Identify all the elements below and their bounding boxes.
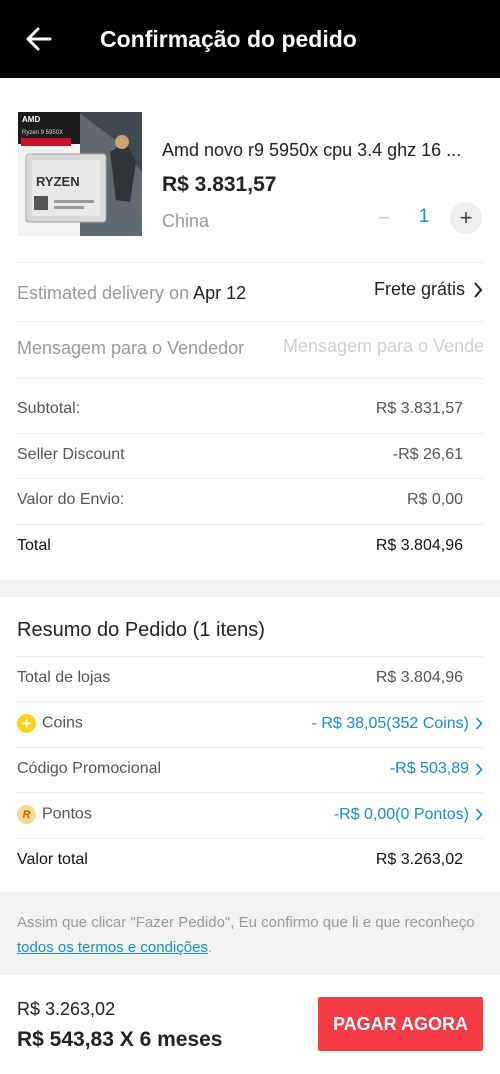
total-row: Total R$ 3.804,96 (17, 537, 463, 555)
seller-discount-value: -R$ 26,61 (392, 446, 463, 463)
grand-total-row: Valor total R$ 3.263,02 (17, 851, 463, 869)
svg-text:AMD: AMD (22, 115, 40, 124)
terms-text: Assim que clicar "Fazer Pedido", Eu conf… (17, 914, 475, 931)
product-price: R$ 3.831,57 (162, 173, 277, 196)
coins-label: Coins (42, 714, 83, 732)
grand-total-label: Valor total (17, 851, 88, 868)
divider (17, 701, 483, 702)
chevron-right-icon (475, 808, 483, 821)
promo-code-value: -R$ 503,89 (389, 760, 469, 777)
quantity-decrease-button[interactable]: − (368, 202, 400, 234)
shipping-option[interactable]: Frete grátis (374, 279, 483, 300)
seller-message-input[interactable] (283, 336, 483, 357)
delivery-label: Estimated delivery on (17, 283, 194, 303)
seller-discount-row: Seller Discount -R$ 26,61 (17, 446, 463, 464)
svg-text:Ryzen 9 5950X: Ryzen 9 5950X (22, 130, 63, 136)
order-summary-card: Resumo do Pedido (1 itens) Total de loja… (0, 597, 500, 892)
divider (17, 478, 483, 479)
product-image[interactable]: AMD Ryzen 9 5950X RYZEN (18, 112, 142, 236)
subtotal-value: R$ 3.831,57 (375, 400, 463, 417)
shipping-cost-value: R$ 0,00 (406, 491, 463, 508)
terms-notice: Assim que clicar "Fazer Pedido", Eu conf… (17, 910, 483, 960)
quantity-value: 1 (418, 206, 430, 227)
product-origin: China (162, 211, 210, 231)
terms-link[interactable]: todos os termos e condições (17, 939, 208, 956)
total-value: R$ 3.804,96 (375, 537, 463, 554)
divider (17, 656, 483, 657)
divider (17, 433, 483, 434)
total-label: Total (17, 537, 51, 554)
product-title[interactable]: Amd novo r9 5950x cpu 3.4 ghz 16 ... (162, 140, 487, 161)
shipping-label: Frete grátis (373, 279, 465, 299)
delivery-date: Apr 12 (193, 283, 247, 303)
subtotal-row: Subtotal: R$ 3.831,57 (17, 400, 463, 418)
quantity-increase-button[interactable]: + (450, 202, 482, 234)
points-value-link[interactable]: -R$ 0,00(0 Pontos) (334, 806, 483, 824)
product-row: AMD Ryzen 9 5950X RYZEN Amd novo r9 5950… (0, 100, 500, 340)
seller-message-label: Mensagem para o Vendedor (17, 338, 245, 358)
coins-row[interactable]: Coins - R$ 38,05(352 Coins) (17, 714, 483, 733)
pay-now-button[interactable]: PAGAR AGORA (318, 997, 483, 1051)
coins-label-group: Coins (17, 714, 83, 733)
divider (17, 747, 483, 748)
page-title: Confirmação do pedido (100, 25, 357, 52)
stores-total-label: Total de lojas (17, 669, 111, 686)
svg-text:RYZEN: RYZEN (36, 174, 80, 189)
order-card: AMD Ryzen 9 5950X RYZEN Amd novo r9 5950… (0, 78, 500, 580)
chevron-right-icon (475, 717, 483, 730)
back-button[interactable] (0, 0, 78, 78)
divider (17, 321, 483, 322)
shipping-cost-row: Valor do Envio: R$ 0,00 (17, 491, 463, 509)
coins-value: - R$ 38,05(352 Coins) (311, 714, 469, 732)
subtotal-label: Subtotal: (17, 400, 81, 417)
estimated-delivery: Estimated delivery on Apr 12 (17, 283, 246, 304)
seller-discount-label: Seller Discount (17, 446, 125, 463)
coin-icon (17, 714, 36, 733)
points-row[interactable]: R Pontos -R$ 0,00(0 Pontos) (17, 805, 483, 824)
divider (17, 792, 483, 793)
checkout-bar: R$ 3.263,02 R$ 543,83 X 6 meses PAGAR AG… (0, 975, 500, 1074)
promo-code-value-link[interactable]: -R$ 503,89 (390, 760, 483, 778)
points-label-group: R Pontos (17, 805, 92, 824)
top-bar: Confirmação do pedido (0, 0, 500, 78)
chevron-right-icon (475, 762, 483, 776)
divider (17, 524, 483, 525)
shipping-cost-label: Valor do Envio: (17, 491, 125, 508)
promo-code-row[interactable]: Código Promocional -R$ 503,89 (17, 760, 483, 778)
divider (17, 378, 483, 379)
divider (17, 262, 483, 263)
arrow-left-icon (26, 27, 52, 51)
coins-value-link[interactable]: - R$ 38,05(352 Coins) (312, 715, 483, 733)
promo-code-label: Código Promocional (17, 760, 162, 777)
installments-text: R$ 543,83 X 6 meses (17, 1028, 223, 1051)
stores-total-value: R$ 3.804,96 (375, 669, 463, 686)
points-value: -R$ 0,00(0 Pontos) (333, 805, 469, 823)
points-label: Pontos (42, 805, 92, 823)
chevron-right-icon (474, 281, 483, 298)
grand-total-value: R$ 3.263,02 (375, 851, 463, 868)
divider (17, 838, 483, 839)
stores-total-row: Total de lojas R$ 3.804,96 (17, 669, 463, 687)
points-icon: R (17, 805, 36, 824)
terms-end: . (207, 939, 213, 956)
cpu-box-illustration: AMD Ryzen 9 5950X RYZEN (18, 112, 142, 236)
order-summary-title: Resumo do Pedido (1 itens) (17, 619, 265, 641)
checkout-total: R$ 3.263,02 (17, 999, 116, 1019)
